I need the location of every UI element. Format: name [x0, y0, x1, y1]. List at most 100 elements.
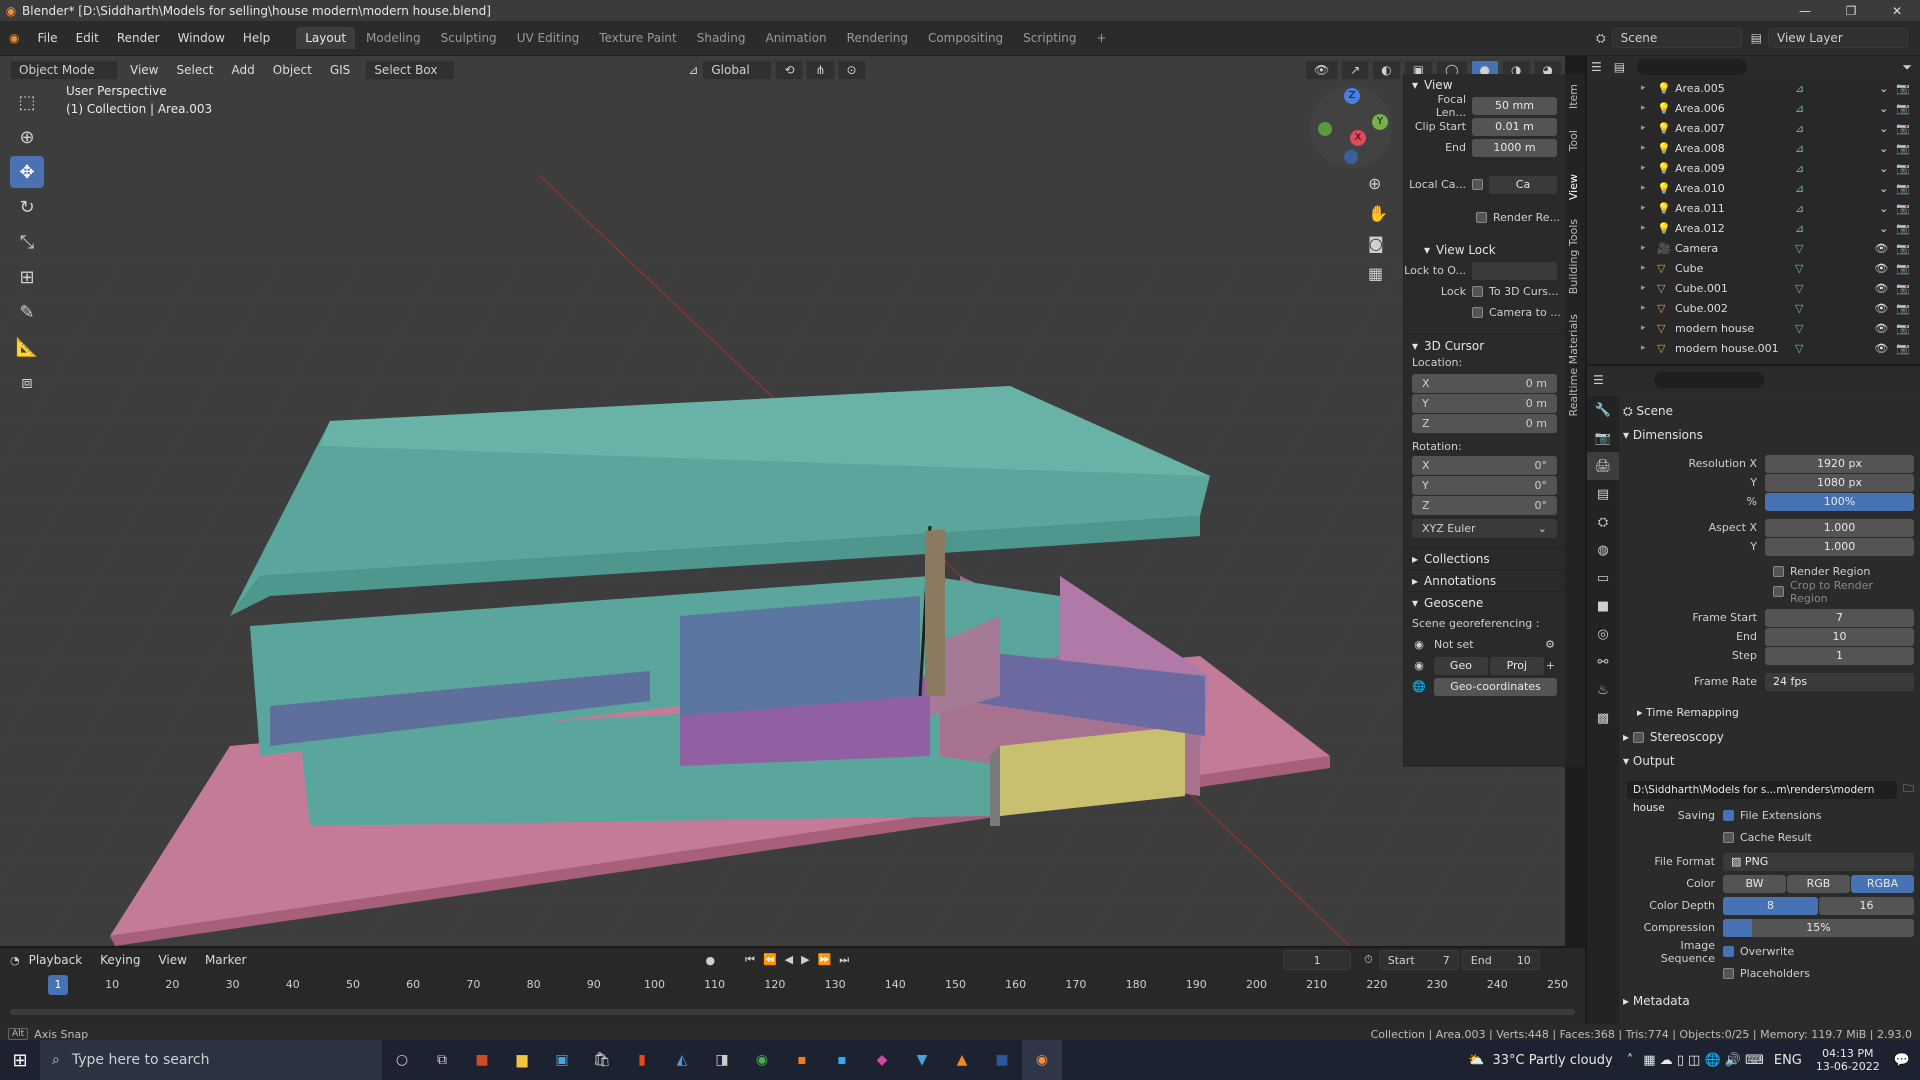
cursor-rotation-x[interactable]: X 0° — [1412, 456, 1557, 475]
render-camera-icon[interactable]: 📷 — [1896, 122, 1910, 135]
chrome-icon[interactable]: ◉ — [742, 1040, 782, 1080]
file-extensions-checkbox[interactable] — [1723, 810, 1734, 821]
expand-arrow-icon[interactable]: ▸ — [1641, 323, 1657, 333]
select-box-tool[interactable]: Select Box — [365, 60, 456, 80]
mode-selector[interactable]: Object Mode — [10, 60, 118, 80]
view-layer-tab-icon[interactable]: ▤ — [1587, 480, 1619, 508]
cursor-location-y[interactable]: Y0 m — [1412, 394, 1557, 413]
outliner-row[interactable]: ▸ 🎥 Camera ▽ 👁 📷 — [1587, 238, 1920, 258]
resolution-percent-field[interactable]: 100% — [1765, 492, 1914, 511]
lock-to-object-field[interactable] — [1472, 261, 1557, 280]
local-camera-field[interactable]: Ca — [1489, 175, 1557, 194]
cursor-location-z[interactable]: Z0 m — [1412, 414, 1557, 433]
constraints-tab-icon[interactable]: ⚯ — [1587, 648, 1619, 676]
office-icon[interactable]: ▮ — [622, 1040, 662, 1080]
ortho-grid-icon[interactable]: ▦ — [1368, 264, 1383, 283]
task-view-icon[interactable]: ⧉ — [422, 1040, 462, 1080]
cursor-rotation-y[interactable]: Y 0° — [1412, 476, 1557, 495]
section-time-remapping[interactable]: ▸ Time Remapping — [1637, 706, 1739, 719]
data-tab-icon[interactable]: ♨ — [1587, 676, 1619, 704]
expand-arrow-icon[interactable]: ▸ — [1641, 263, 1657, 273]
section-annotations[interactable]: ▸ Annotations — [1404, 569, 1565, 591]
taskbar-search-box[interactable]: ⌕ Type here to search — [40, 1040, 382, 1080]
visibility-eye-icon[interactable]: 👁 — [1874, 282, 1888, 295]
visibility-eye-icon[interactable]: ⌄ — [1879, 162, 1888, 175]
render-camera-icon[interactable]: 📷 — [1896, 162, 1910, 175]
depth-8-button[interactable]: 8 — [1723, 896, 1818, 915]
physics-tab-icon[interactable]: ◎ — [1587, 620, 1619, 648]
overwrite-checkbox[interactable] — [1723, 946, 1734, 957]
navigation-gizmo[interactable]: Z Y X — [1310, 86, 1392, 168]
geo-button[interactable]: Geo — [1434, 656, 1488, 675]
render-camera-icon[interactable]: 📷 — [1896, 202, 1910, 215]
outliner-row[interactable]: ▸ ▽ Cube ▽ 👁 📷 — [1587, 258, 1920, 278]
visibility-eye-icon[interactable]: 👁 — [1874, 302, 1888, 315]
render-tab-icon[interactable]: 📷 — [1587, 424, 1619, 452]
georef-radio-icon[interactable]: ◉ — [1404, 638, 1434, 651]
render-camera-icon[interactable]: 📷 — [1896, 222, 1910, 235]
menu-edit[interactable]: Edit — [67, 31, 108, 45]
tab-tool[interactable]: Tool — [1567, 130, 1580, 151]
color-bw-button[interactable]: BW — [1723, 874, 1786, 893]
expand-arrow-icon[interactable]: ▸ — [1641, 183, 1657, 193]
cursor-tool-icon[interactable]: ⊕ — [10, 121, 44, 153]
visibility-icon[interactable]: 👁 — [1304, 60, 1339, 80]
frame-step-field[interactable]: 1 — [1765, 646, 1914, 665]
visibility-eye-icon[interactable]: 👁 — [1874, 342, 1888, 355]
aspect-y-field[interactable]: 1.000 — [1765, 537, 1914, 556]
expand-arrow-icon[interactable]: ▸ — [1641, 123, 1657, 133]
output-tab-icon[interactable]: 🖨 — [1587, 452, 1619, 480]
compression-slider[interactable]: 15% — [1723, 918, 1914, 937]
lock-to-cursor-checkbox[interactable] — [1472, 286, 1483, 297]
notifications-icon[interactable]: 💬 — [1894, 1053, 1910, 1068]
render-camera-icon[interactable]: 📷 — [1896, 182, 1910, 195]
color-rgb-button[interactable]: RGB — [1787, 874, 1850, 893]
overlay-toggle-icon[interactable]: ◐ — [1372, 60, 1401, 80]
gizmo-neg-y[interactable] — [1318, 122, 1332, 136]
tab-compositing[interactable]: Compositing — [919, 27, 1012, 49]
vlc-icon[interactable]: ▲ — [942, 1040, 982, 1080]
geo-radio-icon[interactable]: ◉ — [1404, 659, 1434, 672]
camera-view-icon[interactable]: ◙ — [1368, 234, 1384, 253]
properties-editor-icon[interactable]: ☰ — [1593, 373, 1604, 387]
render-region-checkbox-props[interactable] — [1773, 566, 1784, 577]
gizmo-x-axis[interactable]: X — [1350, 130, 1366, 146]
gizmo-neg-z[interactable] — [1344, 150, 1358, 164]
gizmo-z-axis[interactable]: Z — [1344, 88, 1360, 104]
current-frame-field[interactable]: 1 — [1283, 950, 1352, 970]
tab-texture-paint[interactable]: Texture Paint — [590, 27, 685, 49]
section-collections[interactable]: ▸ Collections — [1404, 547, 1565, 569]
powerpoint-icon[interactable]: ■ — [462, 1040, 502, 1080]
outliner-search-input[interactable] — [1637, 59, 1748, 75]
expand-arrow-icon[interactable]: ▸ — [1641, 303, 1657, 313]
section-output[interactable]: ▾ Output — [1623, 754, 1675, 768]
expand-arrow-icon[interactable]: ▸ — [1641, 163, 1657, 173]
illustrator-icon[interactable]: ▪ — [782, 1040, 822, 1080]
section-dimensions[interactable]: ▾ Dimensions — [1623, 428, 1703, 442]
resolution-x-field[interactable]: 1920 px — [1765, 454, 1914, 473]
sketchup-icon[interactable]: ◆ — [862, 1040, 902, 1080]
transform-orientation[interactable]: Global — [702, 60, 773, 80]
vray-icon[interactable]: ▼ — [902, 1040, 942, 1080]
gizmo-y-axis[interactable]: Y — [1372, 114, 1388, 130]
menu-marker[interactable]: Marker — [196, 953, 255, 967]
crop-region-checkbox[interactable] — [1773, 586, 1784, 597]
display-mode-icon[interactable]: ▤ — [1614, 60, 1625, 74]
tab-view[interactable]: View — [1567, 174, 1580, 200]
rotation-mode-dropdown[interactable]: XYZ Euler ⌄ — [1412, 519, 1557, 538]
pan-hand-icon[interactable]: ✋ — [1368, 204, 1388, 223]
cursor-location-x[interactable]: X0 m — [1412, 374, 1557, 393]
expand-arrow-icon[interactable]: ▸ — [1641, 223, 1657, 233]
3d-viewport[interactable]: User Perspective (1) Collection | Area.0… — [0, 56, 1565, 946]
scale-tool-icon[interactable]: ⤡ — [10, 226, 44, 258]
menu-select[interactable]: Select — [167, 63, 222, 77]
blender-taskbar-icon[interactable]: ◉ — [1022, 1040, 1062, 1080]
playback-controls-icon[interactable]: ⏮⏪◀▶⏩⏭ — [745, 953, 857, 967]
app-icon-grey[interactable]: ◨ — [702, 1040, 742, 1080]
outliner-row[interactable]: ▸ 💡 Area.009 ⊿ ⌄ 📷 — [1587, 158, 1920, 178]
render-camera-icon[interactable]: 📷 — [1896, 82, 1910, 95]
tab-sculpting[interactable]: Sculpting — [432, 27, 506, 49]
section-metadata[interactable]: ▸ Metadata — [1623, 994, 1690, 1008]
menu-add[interactable]: Add — [223, 63, 264, 77]
expand-arrow-icon[interactable]: ▸ — [1641, 143, 1657, 153]
